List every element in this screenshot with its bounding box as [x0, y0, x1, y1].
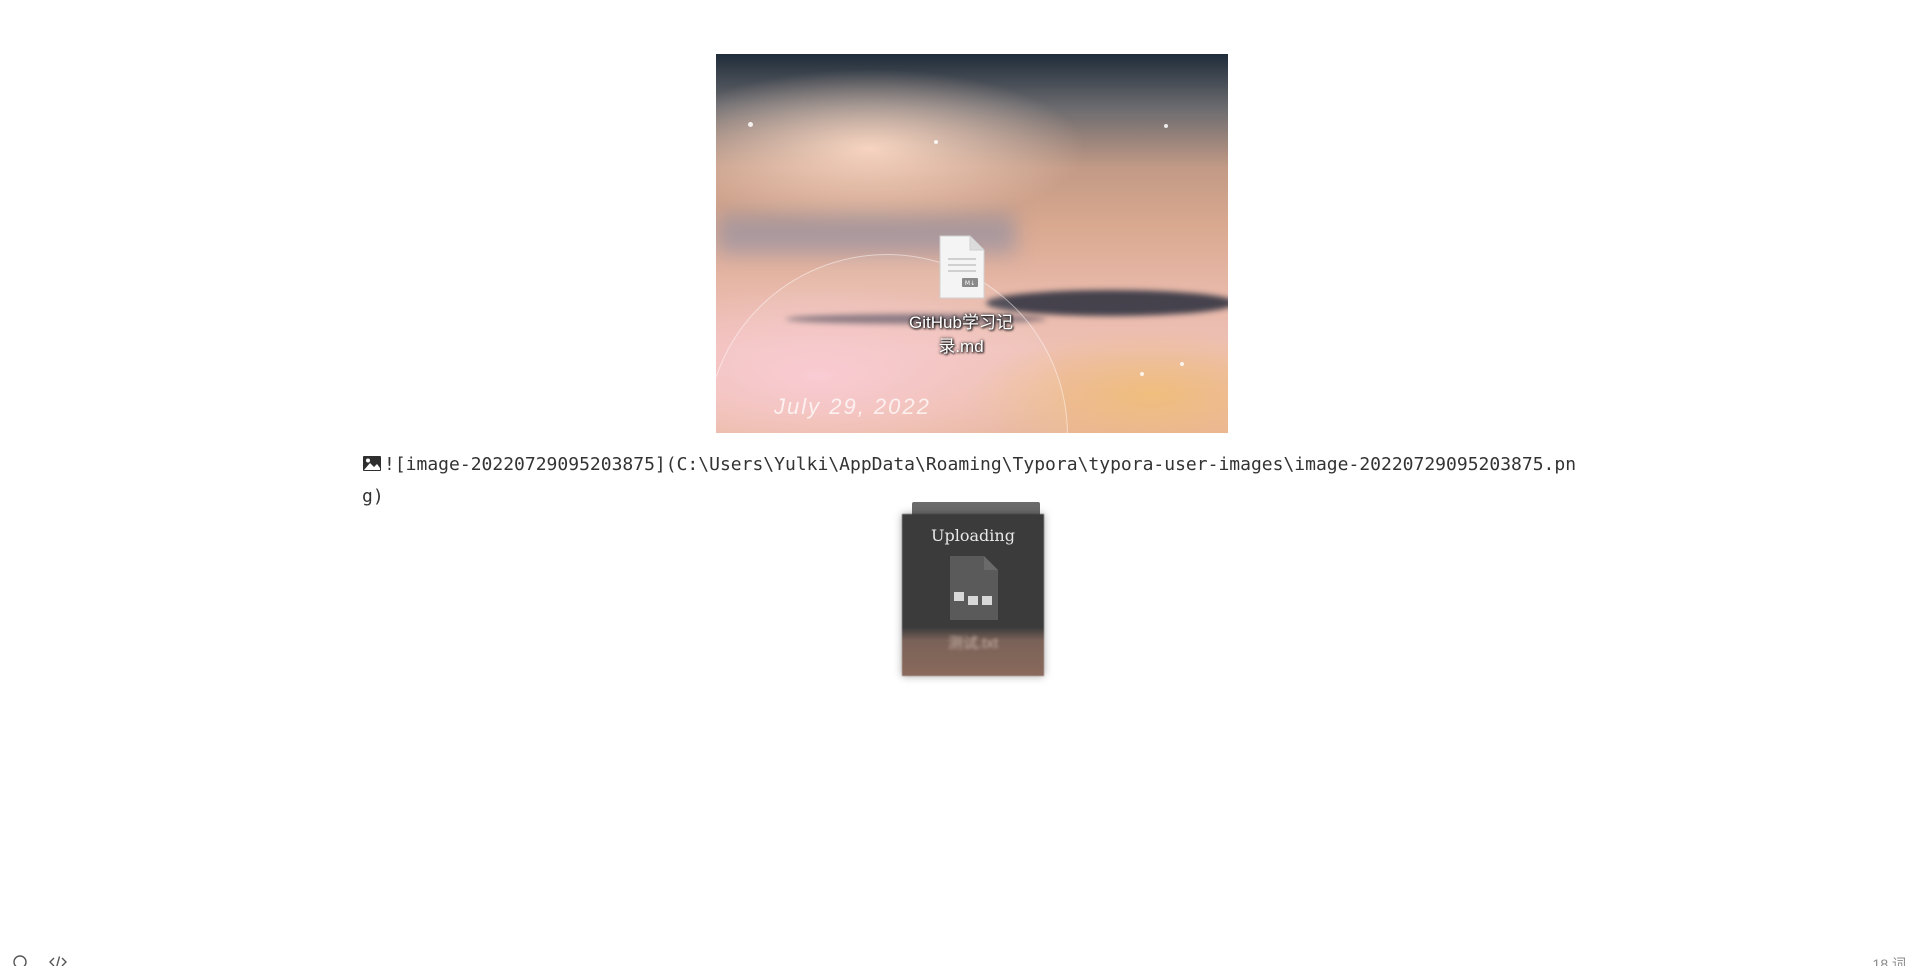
- star-dot: [1140, 372, 1144, 376]
- document-icon: M↓: [939, 235, 985, 299]
- wallpaper-date: July 29, 2022: [774, 394, 931, 419]
- star-dot: [748, 122, 753, 127]
- markdown-source-text[interactable]: ![image-20220729095203875](C:\Users\Yulk…: [362, 454, 1576, 507]
- upload-drag-preview: Uploading 测试.txt: [902, 502, 1044, 678]
- star-dot: [1180, 362, 1184, 366]
- desktop-file-label: GitHub学习记录.md: [909, 313, 1013, 356]
- upload-title: Uploading: [931, 526, 1015, 545]
- svg-text:M↓: M↓: [965, 280, 975, 287]
- status-bar: 18 词: [0, 952, 1920, 966]
- editor-window: M↓ GitHub学习记录.md July 29, 2022 ![image-2…: [0, 0, 1920, 966]
- star-dot: [934, 140, 938, 144]
- desktop-file-icon: M↓ GitHub学习记录.md: [896, 234, 1026, 359]
- code-icon[interactable]: [48, 952, 68, 966]
- upload-file-name: 测试.txt: [947, 635, 998, 652]
- circle-icon[interactable]: [10, 952, 30, 966]
- document-icon: [950, 556, 998, 620]
- star-dot: [1164, 124, 1168, 128]
- image-icon: [363, 456, 381, 471]
- image-preview[interactable]: M↓ GitHub学习记录.md July 29, 2022: [716, 54, 1228, 433]
- word-count[interactable]: 18 词: [1873, 954, 1906, 966]
